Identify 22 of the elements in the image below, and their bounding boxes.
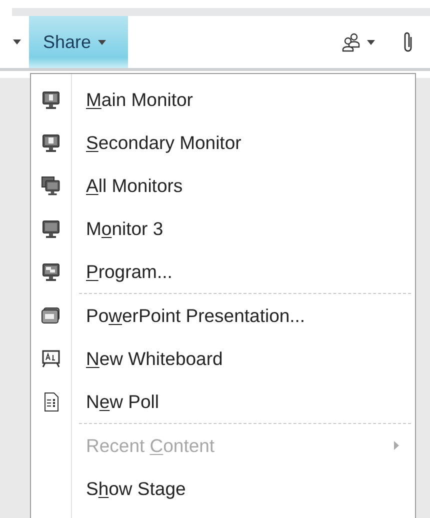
monitor-icon xyxy=(41,132,61,152)
menu-item[interactable]: PowerPoint Presentation... xyxy=(86,304,415,326)
monitor-windows-icon xyxy=(41,262,61,282)
menu-item[interactable]: Show Stage xyxy=(86,478,415,500)
caret-icon[interactable] xyxy=(367,40,375,44)
menu-item[interactable]: New Poll xyxy=(86,390,415,412)
caret-icon[interactable] xyxy=(13,39,21,45)
whiteboard-icon xyxy=(41,348,61,368)
share-button[interactable]: Share xyxy=(29,16,128,68)
menu-item[interactable]: Secondary Monitor xyxy=(86,132,415,154)
monitors-icon xyxy=(41,176,61,196)
people-icon[interactable] xyxy=(341,32,361,52)
menu-item[interactable]: New Whiteboard xyxy=(86,348,415,370)
caret-icon xyxy=(98,40,106,44)
menu-item[interactable]: Monitor 3 xyxy=(86,218,415,240)
menu-item[interactable]: All Monitors xyxy=(86,174,415,196)
menu-item[interactable]: Program... xyxy=(86,260,415,282)
slides-icon xyxy=(41,306,61,326)
monitor-icon xyxy=(41,218,61,238)
monitor-icon xyxy=(41,90,61,110)
paperclip-icon[interactable] xyxy=(402,31,414,53)
menu-item[interactable]: Main Monitor xyxy=(86,88,415,110)
